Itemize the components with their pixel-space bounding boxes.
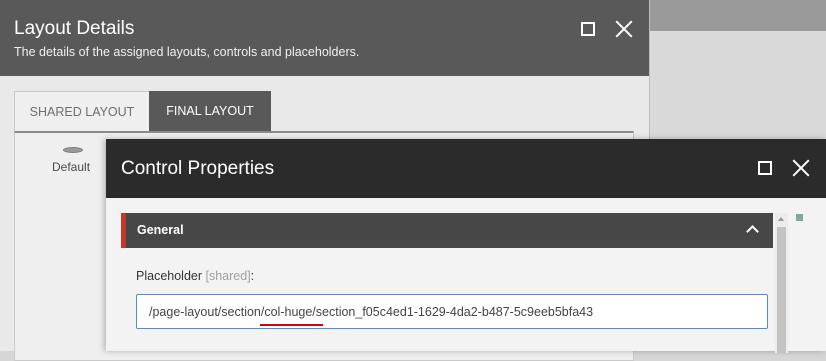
close-icon[interactable]	[792, 159, 810, 177]
control-properties-dialog: Control Properties General Placeholder […	[106, 139, 826, 353]
control-properties-title: Control Properties	[121, 158, 275, 179]
general-section-header[interactable]: General	[121, 213, 773, 248]
control-properties-header: Control Properties	[106, 139, 826, 198]
scroll-thumb[interactable]	[777, 227, 786, 353]
placeholder-input[interactable]	[136, 294, 768, 329]
control-properties-body: General Placeholder [shared]:	[106, 198, 826, 353]
tab-shared-layout[interactable]: SHARED LAYOUT	[14, 91, 150, 131]
section-title: General	[137, 223, 184, 237]
device-icon[interactable]	[63, 147, 83, 153]
annotation-underline	[260, 324, 323, 326]
layout-details-title: Layout Details	[14, 18, 135, 39]
placeholder-label-text: Placeholder	[136, 269, 203, 283]
status-indicator	[796, 214, 803, 221]
layout-details-header: Layout Details The details of the assign…	[0, 0, 649, 76]
label-colon: :	[250, 269, 255, 283]
background-header-strip	[649, 0, 826, 31]
scroll-up-icon[interactable]	[778, 217, 784, 221]
maximize-icon[interactable]	[758, 161, 772, 175]
layout-details-subtitle: The details of the assigned layouts, con…	[14, 45, 360, 59]
shared-tag: [shared]	[205, 269, 251, 283]
maximize-icon[interactable]	[581, 22, 595, 36]
placeholder-label: Placeholder [shared]:	[136, 269, 254, 283]
scrollbar[interactable]	[775, 213, 788, 353]
chevron-up-icon[interactable]	[746, 225, 759, 238]
device-label[interactable]: Default	[52, 160, 90, 174]
tab-final-layout[interactable]: FINAL LAYOUT	[149, 91, 271, 131]
close-icon[interactable]	[615, 20, 633, 38]
